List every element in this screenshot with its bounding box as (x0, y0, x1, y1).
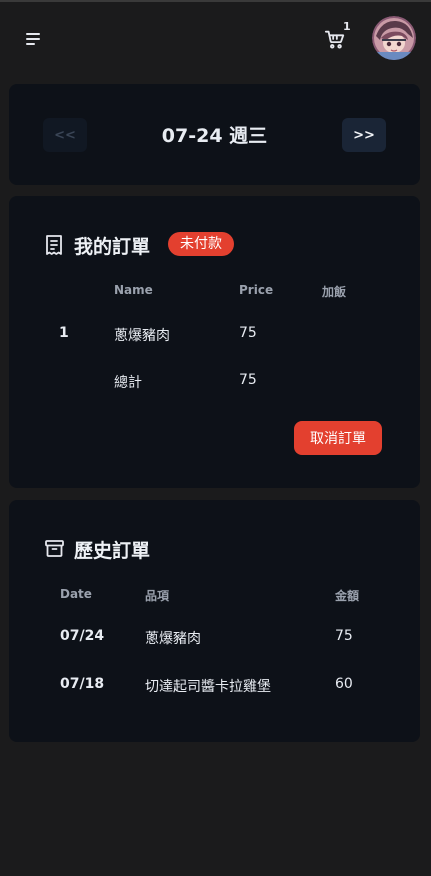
row-index: 1 (59, 325, 69, 341)
column-header-amount: 金額 (335, 589, 360, 603)
my-order-title: 我的訂單 (74, 236, 151, 258)
total-label: 總計 (114, 375, 142, 391)
date-navigator: << 07-24 週三 >> (9, 84, 420, 185)
my-order-card: 我的訂單 未付款 Name Price 加飯 1 蔥爆豬肉 75 總計 75 取… (9, 196, 420, 488)
history-date: 07/24 (60, 628, 105, 644)
order-history-card: 歷史訂單 Date 品項 金額 07/24 蔥爆豬肉 75 07/18 切達起司… (9, 500, 420, 742)
history-amount: 60 (335, 676, 353, 692)
column-header-name: Name (114, 283, 153, 297)
total-value: 75 (239, 372, 257, 388)
next-day-button[interactable]: >> (342, 118, 386, 152)
top-bar: 1 (0, 2, 431, 76)
column-header-date: Date (60, 587, 92, 601)
row-item-name: 蔥爆豬肉 (114, 328, 170, 344)
history-amount: 75 (335, 628, 353, 644)
row-item-price: 75 (239, 325, 257, 341)
avatar[interactable] (372, 16, 416, 60)
history-date: 07/18 (60, 676, 105, 692)
column-header-extra-rice: 加飯 (322, 285, 347, 299)
unpaid-status-badge: 未付款 (168, 232, 234, 256)
archive-icon (45, 540, 64, 557)
column-header-price: Price (239, 283, 274, 297)
menu-icon[interactable] (24, 30, 44, 48)
cart-count-badge: 1 (343, 20, 351, 33)
history-title: 歷史訂單 (74, 540, 151, 562)
column-header-item: 品項 (145, 589, 170, 603)
history-item: 切達起司醬卡拉雞堡 (145, 679, 271, 695)
receipt-icon (46, 235, 62, 255)
history-item: 蔥爆豬肉 (145, 631, 201, 647)
cancel-order-button[interactable]: 取消訂單 (294, 421, 382, 455)
